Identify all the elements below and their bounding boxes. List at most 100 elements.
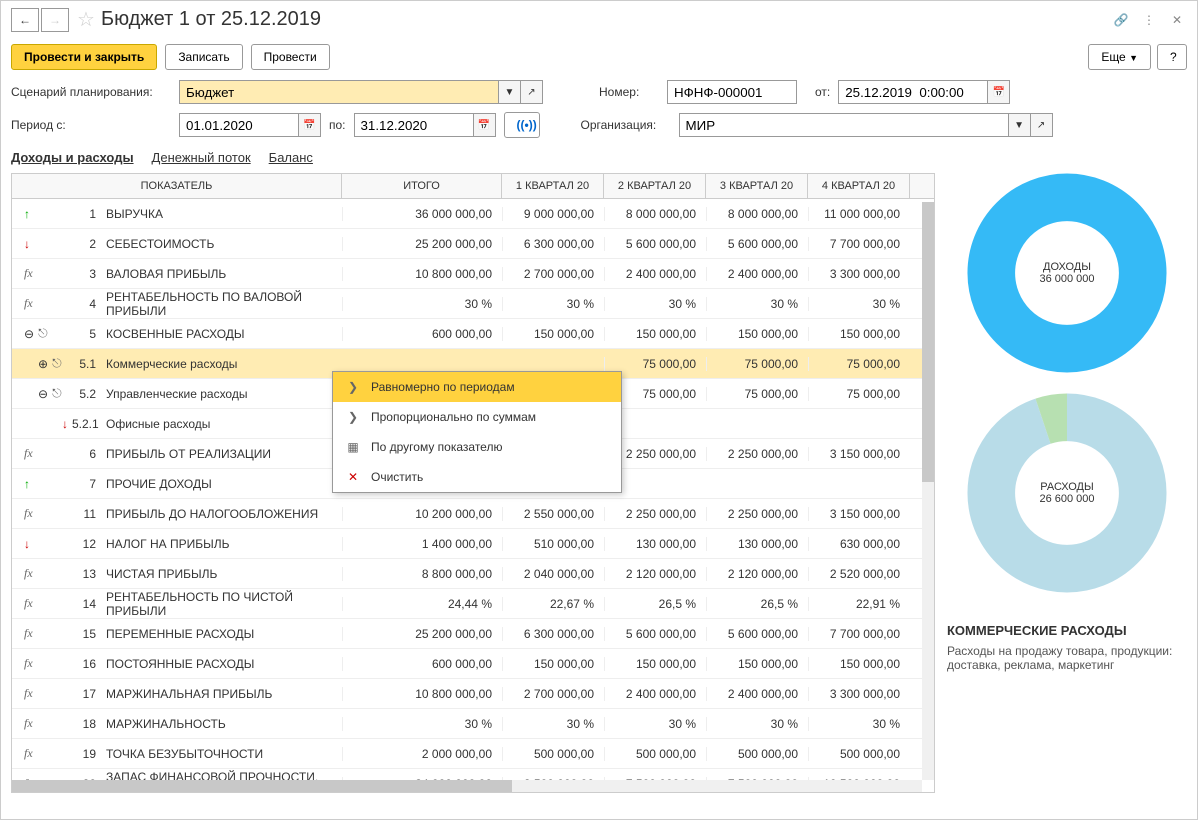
cell-q1[interactable]: 30 %	[502, 717, 604, 731]
cell-q2[interactable]: 5 600 000,00	[604, 237, 706, 251]
cell-q2[interactable]: 150 000,00	[604, 657, 706, 671]
cell-q1[interactable]: 2 700 000,00	[502, 687, 604, 701]
open-icon[interactable]: ↗	[521, 80, 543, 104]
help-button[interactable]: ?	[1157, 44, 1187, 70]
cell-q4[interactable]: 150 000,00	[808, 327, 910, 341]
cell-q1[interactable]: 500 000,00	[502, 747, 604, 761]
cell-total[interactable]: 600 000,00	[342, 327, 502, 341]
expand-icon[interactable]: ⊖	[38, 387, 48, 401]
cell-q3[interactable]: 5 600 000,00	[706, 237, 808, 251]
cell-total[interactable]: 25 200 000,00	[342, 237, 502, 251]
cell-q3[interactable]: 2 400 000,00	[706, 687, 808, 701]
cell-q4[interactable]: 3 300 000,00	[808, 687, 910, 701]
tab-income-expenses[interactable]: Доходы и расходы	[11, 150, 134, 165]
cell-q3[interactable]: 150 000,00	[706, 657, 808, 671]
table-row[interactable]: fx17МАРЖИНАЛЬНАЯ ПРИБЫЛЬ10 800 000,002 7…	[12, 679, 934, 709]
cell-q2[interactable]: 5 600 000,00	[604, 627, 706, 641]
cell-q1[interactable]: 150 000,00	[502, 657, 604, 671]
calendar-icon[interactable]: 📅	[474, 113, 496, 137]
cell-q3[interactable]: 30 %	[706, 297, 808, 311]
cell-q4[interactable]: 500 000,00	[808, 747, 910, 761]
cell-total[interactable]: 10 800 000,00	[342, 687, 502, 701]
cell-q1[interactable]: 9 000 000,00	[502, 207, 604, 221]
open-icon[interactable]: ↗	[1031, 113, 1053, 137]
cell-q4[interactable]: 3 150 000,00	[808, 447, 910, 461]
period-from-input[interactable]	[179, 113, 299, 137]
table-row[interactable]: fx14РЕНТАБЕЛЬНОСТЬ ПО ЧИСТОЙ ПРИБЫЛИ24,4…	[12, 589, 934, 619]
cell-total[interactable]: 1 400 000,00	[342, 537, 502, 551]
number-input[interactable]	[667, 80, 797, 104]
cell-q1[interactable]: 30 %	[502, 297, 604, 311]
cell-q2[interactable]: 130 000,00	[604, 537, 706, 551]
ctx-other-indicator[interactable]: ▦По другому показателю	[333, 432, 621, 462]
cell-q2[interactable]: 30 %	[604, 717, 706, 731]
scrollbar-vertical[interactable]	[922, 202, 934, 780]
cell-q4[interactable]: 22,91 %	[808, 597, 910, 611]
col-indicator[interactable]: ПОКАЗАТЕЛЬ	[12, 174, 342, 198]
tab-cash-flow[interactable]: Денежный поток	[152, 150, 251, 165]
expand-icon[interactable]: ⊖	[24, 327, 34, 341]
table-row[interactable]: fx13ЧИСТАЯ ПРИБЫЛЬ8 800 000,002 040 000,…	[12, 559, 934, 589]
dropdown-icon[interactable]: ▼	[499, 80, 521, 104]
cell-q3[interactable]: 75 000,00	[706, 387, 808, 401]
cell-q4[interactable]: 30 %	[808, 297, 910, 311]
cell-q2[interactable]: 30 %	[604, 297, 706, 311]
cell-q4[interactable]: 75 000,00	[808, 387, 910, 401]
cell-total[interactable]: 10 800 000,00	[342, 267, 502, 281]
table-row[interactable]: ↓2СЕБЕСТОИМОСТЬ25 200 000,006 300 000,00…	[12, 229, 934, 259]
cell-q3[interactable]: 26,5 %	[706, 597, 808, 611]
submit-button[interactable]: Провести	[251, 44, 330, 70]
cell-q4[interactable]: 630 000,00	[808, 537, 910, 551]
cell-q1[interactable]: 150 000,00	[502, 327, 604, 341]
table-row[interactable]: ↑1ВЫРУЧКА36 000 000,009 000 000,008 000 …	[12, 199, 934, 229]
cell-q2[interactable]: 2 250 000,00	[604, 507, 706, 521]
cell-q2[interactable]: 500 000,00	[604, 747, 706, 761]
cell-total[interactable]: 2 000 000,00	[342, 747, 502, 761]
col-q2[interactable]: 2 КВАРТАЛ 20	[604, 174, 706, 198]
cell-q4[interactable]: 7 700 000,00	[808, 237, 910, 251]
cell-total[interactable]: 600 000,00	[342, 657, 502, 671]
cell-q3[interactable]: 500 000,00	[706, 747, 808, 761]
cell-q1[interactable]: 22,67 %	[502, 597, 604, 611]
calendar-icon[interactable]: 📅	[988, 80, 1010, 104]
cell-total[interactable]: 36 000 000,00	[342, 207, 502, 221]
cell-total[interactable]: 30 %	[342, 297, 502, 311]
cell-q3[interactable]: 30 %	[706, 717, 808, 731]
cell-q3[interactable]: 75 000,00	[706, 357, 808, 371]
cell-q2[interactable]: 8 000 000,00	[604, 207, 706, 221]
cell-q1[interactable]: 510 000,00	[502, 537, 604, 551]
cell-q3[interactable]: 2 250 000,00	[706, 507, 808, 521]
tab-balance[interactable]: Баланс	[269, 150, 313, 165]
col-q3[interactable]: 3 КВАРТАЛ 20	[706, 174, 808, 198]
table-row[interactable]: fx3ВАЛОВАЯ ПРИБЫЛЬ10 800 000,002 700 000…	[12, 259, 934, 289]
cell-q4[interactable]: 3 300 000,00	[808, 267, 910, 281]
cell-q2[interactable]: 2 400 000,00	[604, 267, 706, 281]
submit-close-button[interactable]: Провести и закрыть	[11, 44, 157, 70]
cell-q2[interactable]: 2 120 000,00	[604, 567, 706, 581]
cell-total[interactable]: 25 200 000,00	[342, 627, 502, 641]
cell-q4[interactable]: 75 000,00	[808, 357, 910, 371]
cell-q1[interactable]: 2 040 000,00	[502, 567, 604, 581]
table-row[interactable]: fx15ПЕРЕМЕННЫЕ РАСХОДЫ25 200 000,006 300…	[12, 619, 934, 649]
cell-q4[interactable]: 150 000,00	[808, 657, 910, 671]
cell-q4[interactable]: 3 150 000,00	[808, 507, 910, 521]
cell-q4[interactable]: 30 %	[808, 717, 910, 731]
cell-q4[interactable]: 2 520 000,00	[808, 567, 910, 581]
cell-q1[interactable]: 2 550 000,00	[502, 507, 604, 521]
org-input[interactable]	[679, 113, 1009, 137]
link-icon[interactable]: 🔗	[1111, 10, 1131, 30]
table-row[interactable]: ⊖⎋5КОСВЕННЫЕ РАСХОДЫ600 000,00150 000,00…	[12, 319, 934, 349]
col-total[interactable]: ИТОГО	[342, 174, 502, 198]
cell-q1[interactable]: 6 300 000,00	[502, 237, 604, 251]
table-row[interactable]: fx19ТОЧКА БЕЗУБЫТОЧНОСТИ2 000 000,00500 …	[12, 739, 934, 769]
ctx-even-periods[interactable]: ❯Равномерно по периодам	[333, 372, 621, 402]
cell-q2[interactable]: 2 400 000,00	[604, 687, 706, 701]
cell-q3[interactable]: 5 600 000,00	[706, 627, 808, 641]
more-icon[interactable]: ⋮	[1139, 10, 1159, 30]
more-button[interactable]: Еще ▼	[1088, 44, 1151, 70]
cell-q2[interactable]: 75 000,00	[604, 357, 706, 371]
ctx-proportional[interactable]: ❯Пропорционально по суммам	[333, 402, 621, 432]
cell-q3[interactable]: 130 000,00	[706, 537, 808, 551]
forward-button[interactable]: →	[41, 8, 69, 32]
cell-q3[interactable]: 2 120 000,00	[706, 567, 808, 581]
